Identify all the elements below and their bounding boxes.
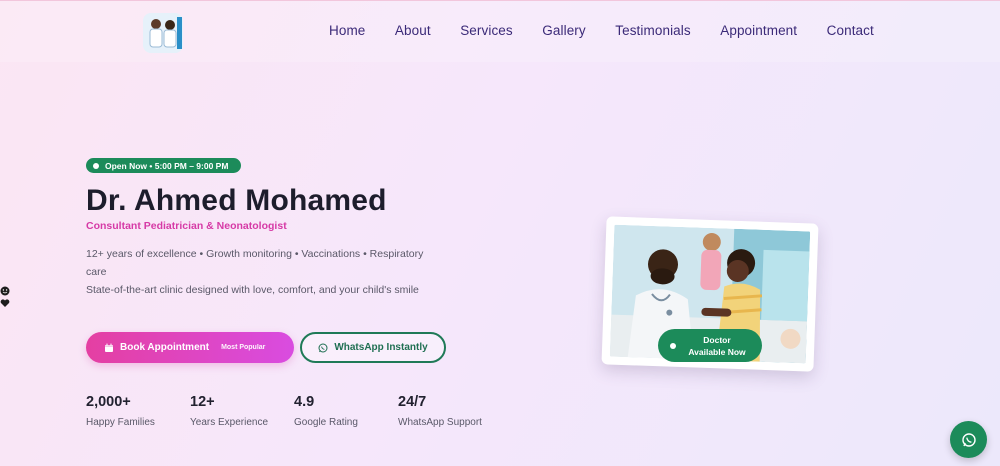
stat-happy-families: 2,000+ Happy Families (86, 394, 190, 428)
description-line-clinic: State-of-the-art clinic designed with lo… (86, 284, 419, 296)
book-appointment-label: Book Appointment (120, 342, 210, 353)
nav-home[interactable]: Home (329, 23, 365, 38)
stat-value: 2,000+ (86, 394, 131, 410)
most-popular-tag: Most Popular (221, 344, 266, 351)
whatsapp-label: WhatsApp Instantly (334, 342, 428, 353)
doctor-logo-icon (143, 13, 183, 53)
whatsapp-button[interactable]: WhatsApp Instantly (300, 332, 446, 363)
stat-google-rating: 4.9 Google Rating (294, 394, 398, 428)
stat-value: 12+ (190, 394, 215, 410)
stat-label: Happy Families (86, 417, 155, 428)
stat-label: Years Experience (190, 417, 269, 428)
nav-testimonials[interactable]: Testimonials (615, 23, 690, 38)
doctor-available-line2: Available Now (688, 346, 746, 357)
header-bar: Home About Services Gallery Testimonials… (0, 0, 1000, 62)
page-title: Dr. Ahmed Mohamed (86, 184, 387, 217)
open-now-badge: Open Now • 5:00 PM – 9:00 PM (86, 158, 241, 173)
clinic-logo[interactable] (143, 13, 183, 53)
stat-label: WhatsApp Support (398, 417, 482, 428)
nav-services[interactable]: Services (460, 23, 513, 38)
stat-value: 4.9 (294, 394, 315, 410)
main-nav: Home About Services Gallery Testimonials… (329, 23, 903, 38)
whatsapp-float-button[interactable] (950, 421, 987, 458)
whatsapp-icon (961, 432, 976, 447)
nav-contact[interactable]: Contact (827, 23, 874, 38)
open-now-text: Open Now • 5:00 PM – 9:00 PM (105, 160, 229, 171)
calendar-icon (105, 343, 113, 352)
doctor-available-badge: Doctor Available Now (658, 329, 762, 362)
book-appointment-button[interactable]: Book Appointment Most Popular (86, 332, 294, 363)
heart-icon[interactable] (0, 295, 10, 307)
stat-whatsapp-support: 24/7 WhatsApp Support (398, 394, 502, 428)
status-dot-icon (93, 162, 99, 169)
nav-gallery[interactable]: Gallery (542, 23, 585, 38)
side-floating-icons (0, 283, 12, 307)
hero-description: 12+ years of excellence • Growth monitor… (86, 245, 426, 299)
stat-value: 24/7 (398, 394, 427, 410)
stats-row: 2,000+ Happy Families 12+ Years Experien… (86, 394, 502, 428)
stat-label: Google Rating (294, 417, 358, 428)
whatsapp-icon (318, 343, 328, 352)
status-dot-icon (670, 342, 676, 349)
doctor-specialty: Consultant Pediatrician & Neonatologist (86, 220, 287, 232)
smiley-icon[interactable] (0, 283, 10, 296)
doctor-available-line1: Doctor (703, 334, 731, 345)
stat-years-experience: 12+ Years Experience (190, 394, 294, 428)
nav-appointment[interactable]: Appointment (720, 23, 797, 38)
description-line-services: 12+ years of excellence • Growth monitor… (86, 248, 424, 278)
nav-about[interactable]: About (395, 23, 431, 38)
